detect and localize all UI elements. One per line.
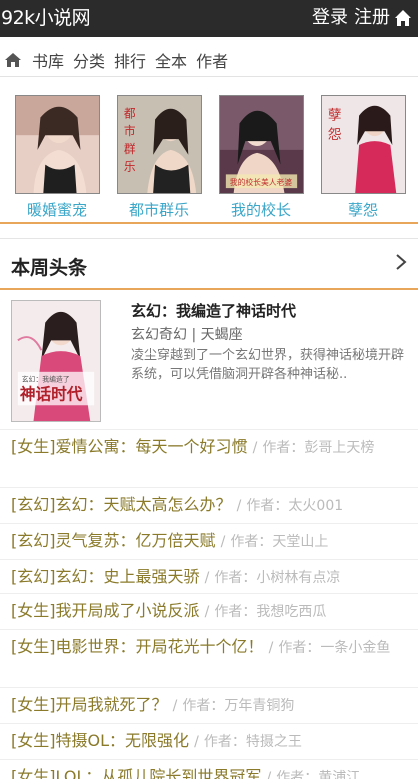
featured-covers: 暖婚蜜宠 都 市 群 乐 都市群乐 我的校长美人老婆 我的校长 孽 怨 孽怨 — [0, 88, 418, 224]
cover-item[interactable]: 我的校长美人老婆 我的校长 — [218, 95, 304, 220]
account-links: 登录 注册 — [310, 6, 412, 30]
list-item-title[interactable]: 爱情公寓：每天一个好习惯 — [56, 437, 248, 456]
section-header: 本周头条 — [0, 241, 418, 290]
svg-text:玄幻：我编造了: 玄幻：我编造了 — [22, 375, 70, 384]
list-item-category: [女生] — [11, 767, 56, 779]
list-item-category: [玄幻] — [11, 531, 56, 550]
book-cover[interactable]: 我的校长美人老婆 — [218, 95, 304, 194]
nav-item-library[interactable]: 书库 — [32, 48, 64, 72]
list-item-author: 作者：天堂山上 — [230, 534, 329, 550]
list-item-category: [女生] — [11, 601, 56, 620]
nav-item-ranking[interactable]: 排行 — [114, 48, 146, 72]
list-item-author: 作者：太火001 — [246, 498, 344, 514]
list-item-author: 作者：我想吃西瓜 — [214, 604, 327, 620]
cover-item[interactable]: 都 市 群 乐 都市群乐 — [116, 95, 202, 220]
cover-item[interactable]: 孽 怨 孽怨 — [320, 95, 406, 220]
cover-item[interactable]: 暖婚蜜宠 — [14, 95, 100, 220]
svg-text:孽: 孽 — [327, 107, 341, 123]
list-item-category: [玄幻] — [11, 567, 56, 586]
svg-text:神话时代: 神话时代 — [20, 384, 83, 403]
list-item[interactable]: [女生]电影世界：开局花光十个亿！ / 作者：一条小金鱼 — [0, 629, 418, 660]
list-item[interactable]: [玄幻]玄幻：史上最强天骄 / 作者：小树林有点凉 — [0, 559, 418, 590]
featured-book-description: 凌尘穿越到了一个玄幻世界，获得神话秘境开辟系统，可以凭借脑洞开辟各种神话秘.. — [131, 348, 405, 382]
list-item-author: 作者：黄浦江 — [276, 770, 361, 779]
nav-item-category[interactable]: 分类 — [73, 48, 105, 72]
list-item-author: 作者：特摄之王 — [203, 734, 302, 750]
list-item-author: 作者：一条小金鱼 — [278, 640, 391, 656]
list-item-author: 作者：彭哥上天榜 — [262, 440, 375, 456]
svg-text:群: 群 — [123, 142, 135, 156]
cover-title[interactable]: 孽怨 — [320, 199, 406, 220]
featured-book[interactable]: 玄幻：我编造了 神话时代 玄幻：我编造了神话时代 玄幻奇幻 | 天蝎座 凌尘穿越… — [0, 292, 418, 426]
cover-title[interactable]: 我的校长 — [218, 199, 304, 220]
list-item[interactable]: [玄幻]玄幻：天赋太高怎么办？ / 作者：太火001 — [0, 487, 418, 518]
site-title[interactable]: 92k小说网 — [1, 6, 91, 30]
cover-title[interactable]: 暖婚蜜宠 — [14, 199, 100, 220]
list-item-title[interactable]: 我开局成了小说反派 — [56, 601, 200, 620]
list-item-category: [玄幻] — [11, 495, 56, 514]
list-item-title[interactable]: 特摄OL：无限强化 — [56, 731, 190, 750]
top-bar: 92k小说网 登录 注册 — [0, 0, 418, 37]
featured-book-meta: 玄幻奇幻 | 天蝎座 — [131, 327, 243, 343]
svg-text:都: 都 — [123, 107, 135, 121]
book-cover[interactable] — [14, 95, 100, 194]
list-item-category: [女生] — [11, 637, 56, 656]
list-item-author: 作者：万年青铜狗 — [182, 698, 295, 714]
list-item-title[interactable]: 灵气复苏：亿万倍天赋 — [56, 531, 216, 550]
list-item[interactable]: [玄幻]灵气复苏：亿万倍天赋 / 作者：天堂山上 — [0, 523, 418, 554]
main-nav: 书库 分类 排行 全本 作者 — [0, 43, 418, 77]
list-item[interactable]: [女生]LOL：从孤儿院长到世界冠军 / 作者：黄浦江 — [0, 759, 418, 779]
register-link[interactable]: 注册 — [352, 6, 392, 30]
list-item-title[interactable]: 电影世界：开局花光十个亿！ — [56, 637, 264, 656]
svg-text:怨: 怨 — [327, 127, 341, 143]
svg-text:我的校长美人老婆: 我的校长美人老婆 — [229, 177, 292, 187]
list-item[interactable]: [女生]开局我就死了？ / 作者：万年青铜狗 — [0, 687, 418, 718]
list-item[interactable]: [女生]特摄OL：无限强化 / 作者：特摄之王 — [0, 723, 418, 754]
list-item-author: 作者：小树林有点凉 — [214, 570, 341, 586]
list-item-category: [女生] — [11, 437, 56, 456]
nav-item-complete[interactable]: 全本 — [155, 48, 187, 72]
book-cover[interactable]: 都 市 群 乐 — [116, 95, 202, 194]
list-item-category: [女生] — [11, 695, 56, 714]
featured-book-title[interactable]: 玄幻：我编造了神话时代 — [131, 300, 296, 321]
list-item-title[interactable]: 玄幻：天赋太高怎么办？ — [56, 495, 232, 514]
login-link[interactable]: 登录 — [310, 6, 350, 30]
divider — [0, 238, 418, 239]
home-icon[interactable] — [4, 51, 22, 69]
list-item[interactable]: [女生]我开局成了小说反派 / 作者：我想吃西瓜 — [0, 593, 418, 624]
list-item-title[interactable]: 玄幻：史上最强天骄 — [56, 567, 200, 586]
user-icon[interactable] — [394, 9, 412, 27]
list-item-category: [女生] — [11, 731, 56, 750]
list-item-title[interactable]: LOL：从孤儿院长到世界冠军 — [56, 767, 262, 779]
list-item[interactable]: [女生]爱情公寓：每天一个好习惯 / 作者：彭哥上天榜 — [0, 429, 418, 460]
book-cover[interactable]: 孽 怨 — [320, 95, 406, 194]
section-title: 本周头条 — [11, 257, 88, 279]
svg-text:乐: 乐 — [123, 159, 135, 173]
featured-book-cover[interactable]: 玄幻：我编造了 神话时代 — [11, 300, 101, 422]
cover-title[interactable]: 都市群乐 — [116, 199, 202, 220]
chevron-right-icon[interactable] — [394, 252, 408, 272]
list-item-title[interactable]: 开局我就死了？ — [56, 695, 168, 714]
svg-text:市: 市 — [123, 124, 135, 138]
nav-item-author[interactable]: 作者 — [196, 48, 228, 72]
